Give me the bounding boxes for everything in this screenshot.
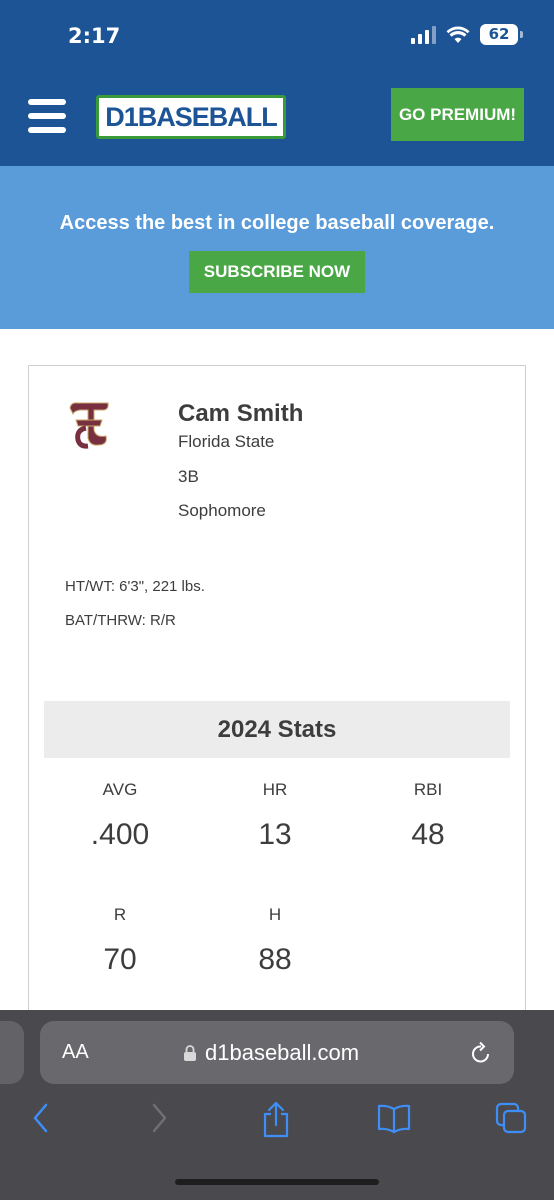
- back-icon[interactable]: [30, 1101, 50, 1135]
- stat-label: RBI: [413, 780, 443, 799]
- stat-label: H: [268, 905, 282, 924]
- share-icon[interactable]: [259, 1101, 293, 1139]
- promo-text: Access the best in college baseball cove…: [59, 212, 495, 234]
- wifi-icon: [446, 26, 470, 43]
- stat-runs: R 70: [60, 905, 180, 977]
- site-logo-text: D1BASEBALL: [105, 101, 278, 132]
- go-premium-button[interactable]: GO PREMIUM!: [391, 88, 524, 141]
- bookmarks-icon[interactable]: [376, 1101, 412, 1135]
- stat-value: 48: [411, 818, 445, 851]
- subscribe-now-button[interactable]: SUBSCRIBE NOW: [189, 251, 365, 293]
- stat-value: .400: [90, 818, 150, 851]
- site-logo[interactable]: D1BASEBALL: [96, 95, 286, 139]
- stat-avg: AVG .400: [60, 780, 180, 852]
- player-bat-throw: BAT/THRW: R/R: [65, 612, 176, 629]
- tabs-icon[interactable]: [494, 1101, 528, 1135]
- home-indicator: [175, 1179, 379, 1185]
- stat-rbi: RBI 48: [368, 780, 488, 852]
- signal-icon: [411, 25, 436, 44]
- fsu-logo-icon: [69, 402, 109, 449]
- stat-value: 13: [258, 818, 292, 851]
- hamburger-menu-icon[interactable]: [28, 99, 66, 133]
- promo-banner: [0, 166, 554, 329]
- reader-settings-button[interactable]: AA: [62, 1041, 89, 1064]
- battery-icon: 62: [480, 24, 523, 45]
- player-class-year: Sophomore: [178, 501, 266, 520]
- lock-icon: [184, 1045, 196, 1061]
- stat-value: 70: [103, 943, 137, 976]
- url-text[interactable]: d1baseball.com: [205, 1040, 359, 1066]
- status-time: 2:17: [68, 24, 121, 48]
- stat-label: AVG: [102, 780, 138, 799]
- stat-hr: HR 13: [215, 780, 335, 852]
- stat-value: 88: [258, 943, 292, 976]
- status-icons: 62: [411, 24, 523, 45]
- player-name: Cam Smith: [178, 400, 304, 427]
- player-team: Florida State: [178, 432, 275, 451]
- player-position: 3B: [178, 467, 199, 486]
- reload-icon[interactable]: [469, 1040, 493, 1066]
- stat-label: HR: [262, 780, 288, 799]
- stat-hits: H 88: [215, 905, 335, 977]
- stats-title: 2024 Stats: [44, 701, 510, 758]
- previous-tab-edge[interactable]: [0, 1021, 24, 1084]
- forward-icon[interactable]: [150, 1101, 170, 1135]
- reader-settings-label: AA: [62, 1041, 89, 1063]
- stat-label: R: [113, 905, 127, 924]
- player-height-weight: HT/WT: 6'3", 221 lbs.: [65, 578, 205, 595]
